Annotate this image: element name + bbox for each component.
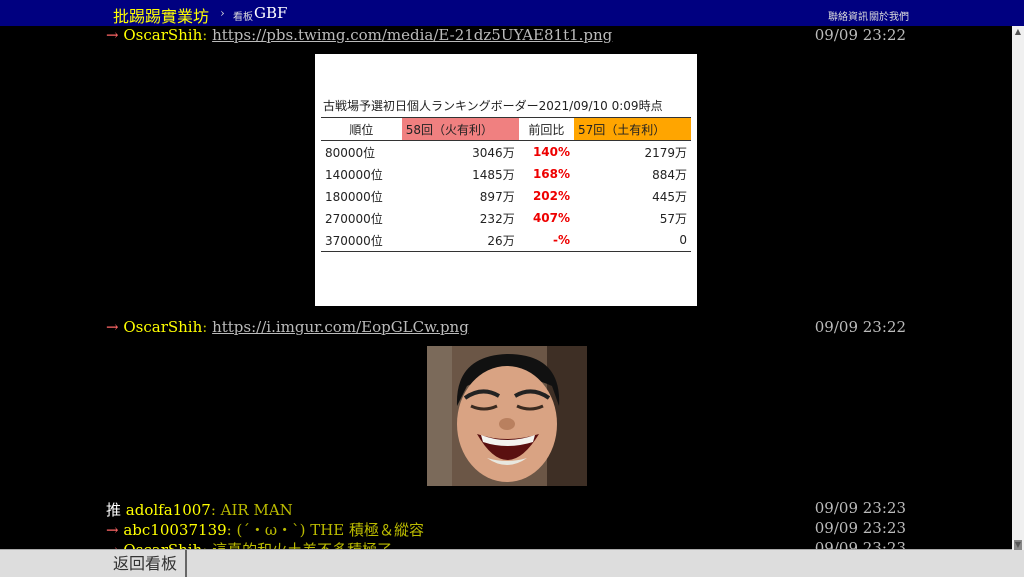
table-cell: 2179万 <box>644 145 687 160</box>
table-cell: 407% <box>532 211 571 225</box>
push-link[interactable]: https://pbs.twimg.com/media/E-21dz5UYAE8… <box>212 26 612 44</box>
push-link[interactable]: https://i.imgur.com/EopGLCw.png <box>212 318 469 336</box>
push-row: → OscarShih: https://pbs.twimg.com/media… <box>106 26 906 44</box>
push-tag: → <box>106 26 119 44</box>
breadcrumb-separator: › <box>220 6 225 20</box>
push-time: 09/09 23:22 <box>814 318 906 336</box>
laughing-face-image <box>427 346 587 486</box>
top-bar: 批踢踢實業坊 › 看板 GBF 聯絡資訊 關於我們 <box>0 0 1024 26</box>
table-header: 58回（火有利） <box>401 117 519 141</box>
push-time: 09/09 23:23 <box>814 519 906 537</box>
table-cell: 445万 <box>652 189 687 204</box>
push-time: 09/09 23:23 <box>814 499 906 517</box>
table-cell: 202% <box>532 189 571 203</box>
table-cell: 80000位 <box>325 145 376 160</box>
table-cell: 370000位 <box>321 229 402 252</box>
ranking-table: 順位 58回（火有利） 前回比 57回（土有利） 80000位 3046万 14… <box>321 117 691 252</box>
push-content: (´・ω・`) THE 積極＆縱容 <box>236 521 424 539</box>
table-row: 140000位 1485万 168% 884万 <box>321 163 691 185</box>
push-tag: → <box>106 521 119 539</box>
push-content: AIR MAN <box>220 501 293 519</box>
table-cell: 180000位 <box>325 189 383 204</box>
table-cell: 0 <box>574 229 691 252</box>
table-cell: 884万 <box>652 167 687 182</box>
laughing-face-icon <box>427 346 587 486</box>
scrollbar[interactable]: ▲ ▼ <box>1012 26 1024 550</box>
push-tag: 推 <box>106 501 122 519</box>
table-cell: 140000位 <box>325 167 383 182</box>
about-link[interactable]: 關於我們 <box>869 8 909 23</box>
board-name-link[interactable]: GBF <box>254 4 287 22</box>
contact-link[interactable]: 聯絡資訊 <box>828 8 868 23</box>
table-cell: 232万 <box>479 211 515 226</box>
table-header: 57回（土有利） <box>574 117 691 141</box>
push-user: abc10037139 <box>123 521 227 539</box>
table-cell: 897万 <box>479 189 515 204</box>
table-header: 順位 <box>321 117 402 141</box>
bottom-bar: 返回看板 <box>0 549 1024 577</box>
scroll-up-icon[interactable]: ▲ <box>1012 26 1024 38</box>
site-title-link[interactable]: 批踢踢實業坊 <box>113 3 209 27</box>
table-cell: 168% <box>532 167 571 181</box>
table-row: 370000位 26万 -% 0 <box>321 229 691 252</box>
table-cell: -% <box>518 229 575 252</box>
ranking-image: 古戦場予選初日個人ランキングボーダー2021/09/10 0:09時点 順位 5… <box>315 54 697 306</box>
table-row: 80000位 3046万 140% 2179万 <box>321 141 691 164</box>
table-cell: 26万 <box>401 229 519 252</box>
push-user: OscarShih <box>123 318 203 336</box>
table-cell: 57万 <box>659 211 687 226</box>
back-to-board-button[interactable]: 返回看板 <box>105 550 187 577</box>
table-header: 前回比 <box>518 117 575 141</box>
push-row: → abc10037139: (´・ω・`) THE 積極＆縱容 09/09 2… <box>106 519 906 539</box>
table-cell: 1485万 <box>472 167 515 182</box>
push-user: OscarShih <box>123 26 203 44</box>
ranking-title: 古戦場予選初日個人ランキングボーダー2021/09/10 0:09時点 <box>323 99 663 113</box>
table-cell: 3046万 <box>472 145 515 160</box>
table-row: 270000位 232万 407% 57万 <box>321 207 691 229</box>
push-tag: → <box>106 318 119 336</box>
push-row: 推 adolfa1007: AIR MAN 09/09 23:23 <box>106 499 906 519</box>
push-time: 09/09 23:22 <box>814 26 906 44</box>
push-row: → OscarShih: https://i.imgur.com/EopGLCw… <box>106 318 906 336</box>
table-cell: 140% <box>532 145 571 159</box>
scroll-down-icon[interactable]: ▼ <box>1012 539 1024 551</box>
push-user: adolfa1007 <box>125 501 211 519</box>
board-label: 看板 <box>233 12 253 23</box>
table-cell: 270000位 <box>325 211 383 226</box>
table-row: 180000位 897万 202% 445万 <box>321 185 691 207</box>
